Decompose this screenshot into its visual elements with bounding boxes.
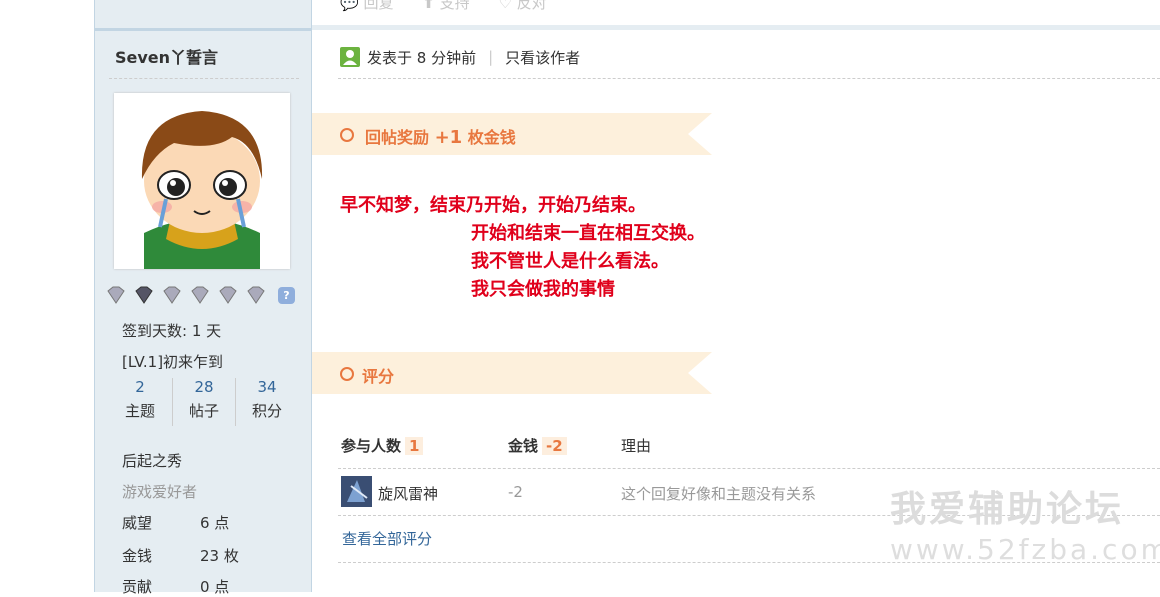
reply-label: 回复 [363,0,394,12]
post-line-1: 早不知梦，结束乃开始，开始乃结束。 [340,195,646,216]
support-button[interactable]: ⬆ 支持 [422,0,481,12]
field-contribution: 贡献 0 点 [122,576,229,597]
view-all-ratings-link[interactable]: 查看全部评分 [342,528,432,549]
circle-icon [340,367,354,381]
field-value: 6 点 [200,514,230,532]
field-value: 23 枚 [200,547,239,565]
rater-name[interactable]: 旋风雷神 [378,483,438,504]
stat-threads[interactable]: 2 主题 [109,378,171,421]
post-line-4: 我只会做我的事情 [471,279,615,300]
participants-label: 参与人数 [341,437,402,455]
page-left-margin [0,0,94,592]
avatar-image [120,99,284,269]
rater-money: -2 [508,483,523,501]
money-total: -2 [542,437,567,455]
signin-days: 签到天数: 1 天 [122,322,222,340]
rater-avatar[interactable] [341,476,372,507]
stat-posts-label: 帖子 [188,402,219,420]
watermark-text: 我爱辅助论坛 [890,489,1125,530]
rating-head-divider [338,468,1160,469]
reward-suffix: 枚金钱 [467,128,516,147]
sidebar-divider [109,78,299,79]
stat-threads-count[interactable]: 2 [109,378,171,396]
post-time: 发表于 8 分钟前 [367,48,477,67]
rating-col-participants: 参与人数 1 [341,435,424,456]
user-group-title[interactable]: 后起之秀 [122,450,182,471]
oppose-button[interactable]: ♡ 反对 [498,0,558,12]
post-line-2: 开始和结束一直在相互交换。 [471,223,705,244]
field-key: 贡献 [122,578,153,596]
stat-points-count[interactable]: 34 [236,378,298,396]
rating-col-money: 金钱 -2 [508,435,567,456]
rater-reason: 这个回复好像和主题没有关系 [621,485,817,503]
stat-posts-count[interactable]: 28 [173,378,235,396]
reward-prefix: 回帖奖励 [365,128,430,147]
rating-col-reason: 理由 [621,437,652,455]
author-avatar[interactable] [114,93,290,269]
rating-title: 评分 [362,367,395,386]
field-prestige: 威望 6 点 [122,512,229,533]
stat-points-label: 积分 [251,402,282,420]
meta-divider [338,78,1160,79]
user-group-subtitle: 游戏爱好者 [122,483,198,501]
post-meta: 发表于 8 分钟前 | 只看该作者 [340,45,580,69]
user-level[interactable]: [LV.1]初来乍到 [122,351,223,372]
field-key: 威望 [122,514,153,532]
author-username[interactable]: Seven丫誓言 [115,44,218,68]
help-icon[interactable]: ? [278,287,295,304]
circle-icon [340,128,354,142]
reward-value: +1 [434,127,463,148]
money-label: 金钱 [508,437,539,455]
diamond-icon [105,285,127,309]
field-value: 0 点 [200,578,230,596]
field-money: 金钱 23 枚 [122,545,239,566]
support-label: 支持 [439,0,470,12]
sidebar-top-divider [95,0,311,31]
meta-pipe: | [488,48,494,66]
field-key: 金钱 [122,547,153,565]
author-only-link[interactable]: 只看该作者 [505,47,580,68]
stat-points[interactable]: 34 积分 [236,378,298,421]
author-sidebar: Seven丫誓言 ? 签到天数: 1 天 [LV.1]初来乍到 2 主题 28 … [94,0,312,596]
oppose-label: 反对 [516,0,547,12]
post-separator-bar [312,25,1160,30]
reply-button[interactable]: 💬 回复 [340,0,405,12]
post-line-3: 我不管世人是什么看法。 [471,251,669,272]
participants-count: 1 [405,437,424,455]
stat-threads-label: 主题 [124,402,155,420]
online-user-icon [340,47,360,67]
post-main: 💬 回复 ⬆ 支持 ♡ 反对 发表于 8 分钟前 | 只看该作者 回帖奖励 +1… [312,0,1160,592]
reward-text: 回帖奖励 +1 枚金钱 [365,124,516,148]
watermark-url: www.52fzba.com [890,533,1160,566]
user-stats: 2 主题 28 帖子 34 积分 [109,378,299,428]
diamond-icon [133,285,155,309]
diamond-icon [217,285,239,309]
diamond-icon [189,285,211,309]
rating-banner: 评分 [312,352,712,394]
diamond-icon [161,285,183,309]
post-actions: 💬 回复 ⬆ 支持 ♡ 反对 [340,0,571,13]
diamond-icon [245,285,267,309]
stat-posts[interactable]: 28 帖子 [173,378,235,421]
reward-banner: 回帖奖励 +1 枚金钱 [312,113,712,155]
